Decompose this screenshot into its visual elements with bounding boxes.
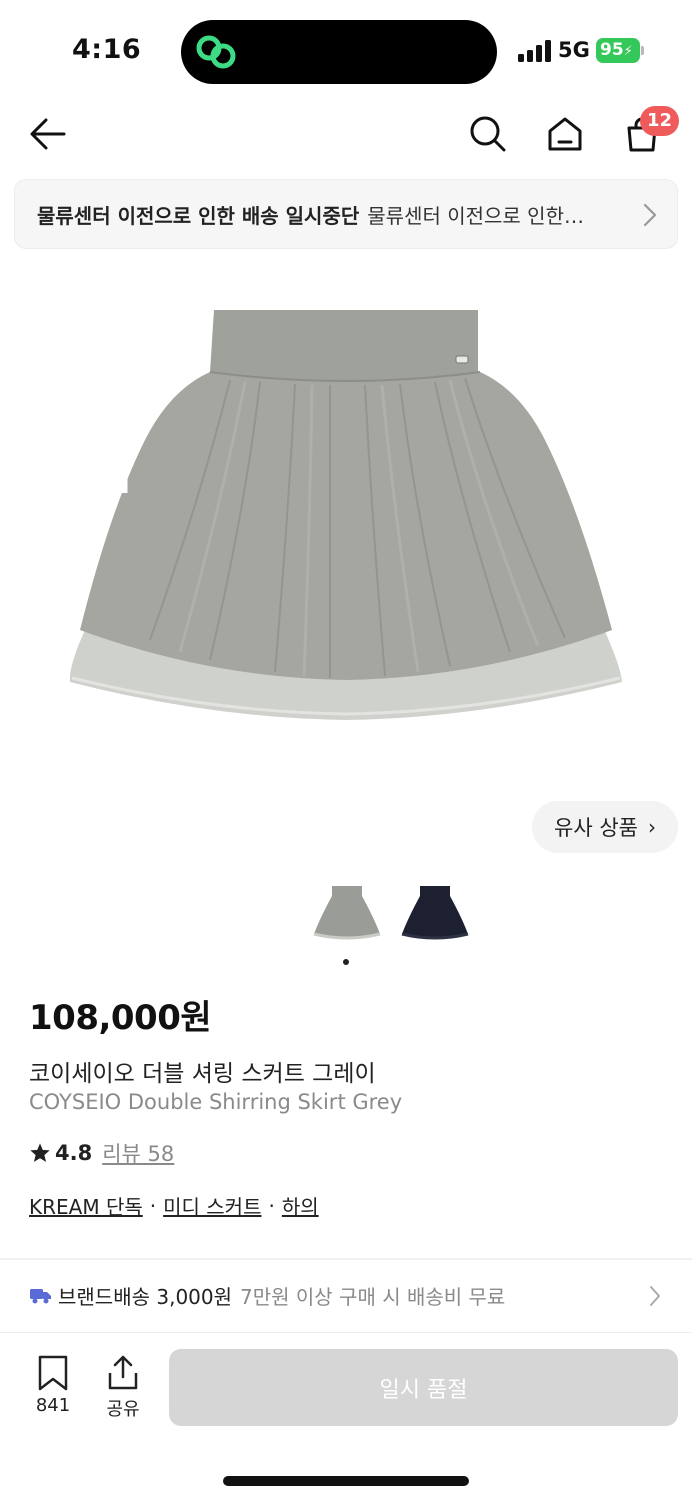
network-type: 5G — [558, 38, 590, 62]
home-button[interactable] — [541, 110, 589, 158]
product-tags: KREAM 단독 · 미디 스커트 · 하의 — [29, 1191, 319, 1220]
chevron-right-icon — [643, 203, 657, 227]
tag-link[interactable]: 하의 — [282, 1191, 319, 1220]
bookmark-count: 841 — [35, 1395, 71, 1416]
share-label: 공유 — [106, 1399, 140, 1420]
signal-icon — [518, 40, 551, 62]
reviews-link[interactable]: 리뷰 58 — [102, 1138, 174, 1168]
chevron-right-icon — [650, 1286, 660, 1306]
link-app-icon — [196, 35, 236, 69]
dynamic-island — [181, 20, 497, 84]
shipping-label: 브랜드배송 3,000원 — [58, 1284, 233, 1309]
gallery-page-indicator — [343, 959, 349, 965]
battery-level: 95 — [600, 40, 624, 60]
home-indicator — [223, 1476, 469, 1486]
battery-cap — [641, 46, 644, 55]
star-icon — [30, 1143, 50, 1162]
rating-score: 4.8 — [55, 1141, 93, 1165]
back-button[interactable] — [24, 110, 72, 158]
sold-out-button[interactable]: 일시 품절 — [169, 1349, 678, 1426]
share-button[interactable]: 공유 — [98, 1355, 148, 1421]
thumbnail-grey[interactable] — [310, 878, 384, 944]
tag-link[interactable]: KREAM 단독 — [29, 1191, 143, 1220]
tag-separator: · — [268, 1193, 275, 1218]
shipping-info-row[interactable]: 브랜드배송 3,000원 7만원 이상 구매 시 배송비 무료 — [0, 1260, 692, 1330]
notice-title: 물류센터 이전으로 인한 배송 일시중단 — [37, 203, 360, 228]
similar-products-label: 유사 상품 — [554, 816, 638, 840]
search-icon — [470, 116, 506, 152]
bookmark-icon — [38, 1355, 68, 1391]
status-bar: 4:16 5G 95⚡ — [0, 0, 692, 100]
bookmark-button[interactable]: 841 — [28, 1355, 78, 1416]
search-button[interactable] — [464, 110, 512, 158]
top-nav — [0, 100, 692, 170]
product-name-korean: 코이세이오 더블 셔링 스커트 그레이 — [29, 1061, 376, 1087]
similar-products-button[interactable]: 유사 상품 › — [532, 801, 678, 853]
delivery-truck-icon — [30, 1289, 51, 1304]
thumbnail-navy[interactable] — [398, 878, 472, 944]
notice-text: 물류센터 이전으로 인한… — [367, 203, 584, 228]
chevron-right-icon: › — [647, 815, 656, 839]
shipping-detail: 7만원 이상 구매 시 배송비 무료 — [240, 1284, 506, 1309]
product-price: 108,000원 — [29, 998, 212, 1038]
cart-count-badge: 12 — [640, 106, 680, 136]
battery-icon: 95⚡ — [596, 38, 640, 63]
home-icon — [548, 117, 582, 151]
notice-banner[interactable]: 물류센터 이전으로 인한 배송 일시중단 물류센터 이전으로 인한… — [14, 179, 678, 249]
color-thumbnails — [310, 878, 480, 944]
share-icon — [108, 1355, 138, 1390]
tag-link[interactable]: 미디 스커트 — [163, 1191, 261, 1220]
bottom-bar-divider — [0, 1332, 692, 1333]
product-image-skirt[interactable] — [60, 300, 632, 740]
product-rating: 4.8 리뷰 58 — [29, 1138, 174, 1168]
status-time: 4:16 — [72, 34, 142, 65]
arrow-left-icon — [30, 118, 66, 150]
tag-separator: · — [149, 1193, 157, 1218]
product-name-english: COYSEIO Double Shirring Skirt Grey — [29, 1090, 403, 1114]
